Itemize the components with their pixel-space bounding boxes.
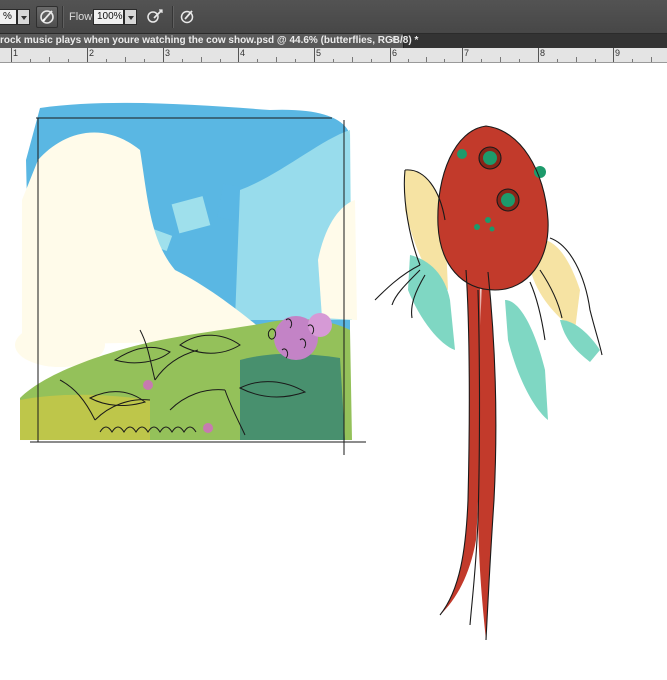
creature-dot — [474, 224, 480, 230]
document-tab-title: rock music plays when youre watching the… — [0, 35, 419, 46]
creature-eye — [483, 151, 497, 165]
toolbar-separator — [172, 6, 173, 28]
ruler-label: 1 — [13, 48, 19, 58]
document-tab[interactable]: rock music plays when youre watching the… — [0, 34, 418, 48]
ruler-ticks — [11, 48, 652, 62]
document-canvas[interactable] — [0, 63, 667, 680]
ruler-label: 8 — [540, 48, 546, 58]
creature-eye-small — [457, 149, 467, 159]
pressure-size-button[interactable] — [177, 6, 199, 28]
creature-dot — [489, 226, 495, 232]
airbrush-button[interactable] — [145, 6, 167, 28]
options-bar: % Flow: 100% — [0, 0, 667, 34]
grass-shadow — [240, 353, 345, 440]
close-tab-icon[interactable]: × — [391, 35, 397, 46]
flow-field[interactable]: 100% — [93, 9, 124, 25]
creature-drawing — [374, 125, 603, 641]
left-wing-teal — [408, 255, 455, 350]
flower-dot — [203, 423, 213, 433]
flower-dot — [143, 380, 153, 390]
creature-dot — [485, 217, 491, 223]
flow-dropdown-button[interactable] — [124, 9, 137, 25]
pen-pressure-icon — [40, 10, 54, 24]
ruler-label: 7 — [464, 48, 470, 58]
ruler-label: 4 — [240, 48, 246, 58]
document-tab-bar: rock music plays when youre watching the… — [0, 34, 667, 48]
ruler-label: 2 — [89, 48, 95, 58]
artwork — [15, 102, 603, 641]
ruler-label: 9 — [615, 48, 621, 58]
grass-yellow — [20, 394, 150, 440]
ruler-label: 3 — [165, 48, 171, 58]
horizontal-ruler[interactable]: 1 2 3 4 5 6 7 8 9 — [0, 48, 667, 63]
ruler-label: 6 — [392, 48, 398, 58]
landscape-painting — [15, 102, 366, 455]
toolbar-separator — [62, 6, 63, 28]
pen-pressure-size-icon — [180, 10, 194, 24]
ruler-label: 5 — [316, 48, 322, 58]
opacity-dropdown-button[interactable] — [17, 9, 30, 25]
flow-label: Flow: — [69, 11, 96, 23]
airbrush-icon — [147, 9, 163, 23]
creature-eye — [501, 193, 515, 207]
opacity-field[interactable]: % — [0, 9, 17, 25]
airbrush-pressure-opacity-button[interactable] — [36, 6, 58, 28]
